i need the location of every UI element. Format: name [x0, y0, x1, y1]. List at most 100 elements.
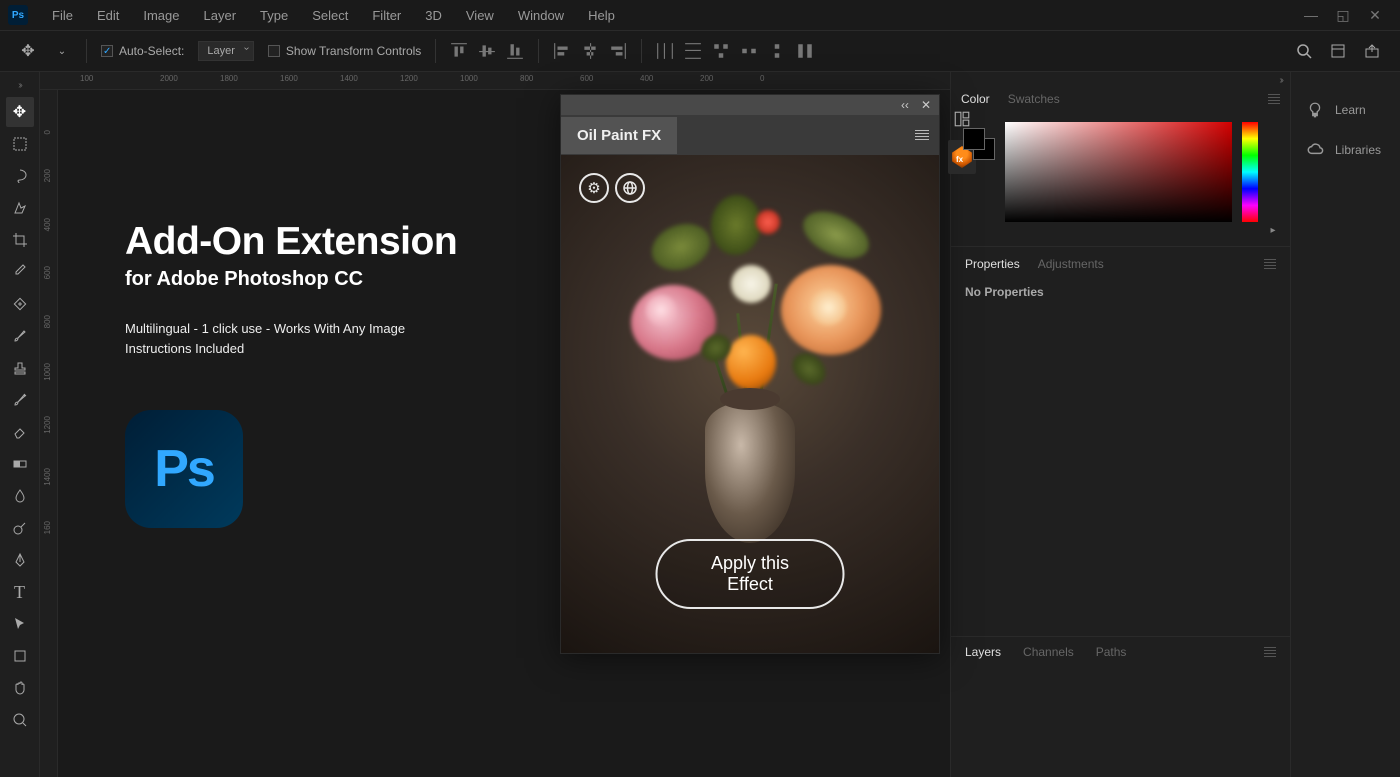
- ruler-tick: 1800: [220, 74, 238, 83]
- menu-3d[interactable]: 3D: [413, 8, 454, 23]
- history-brush-tool[interactable]: [6, 385, 34, 415]
- align-right-icon[interactable]: [609, 42, 627, 60]
- distribute-v-icon[interactable]: [684, 42, 702, 60]
- ruler-horizontal[interactable]: 100 2000 1800 1600 1400 1200 1000 800 60…: [40, 72, 950, 90]
- pen-tool[interactable]: [6, 545, 34, 575]
- auto-select-checkbox[interactable]: Auto-Select:: [101, 44, 184, 58]
- lasso-tool[interactable]: [6, 161, 34, 191]
- distribute-h-icon[interactable]: [656, 42, 674, 60]
- panel-menu-icon[interactable]: [1268, 94, 1280, 104]
- tab-swatches[interactable]: Swatches: [1008, 92, 1060, 106]
- extension-title-tab[interactable]: Oil Paint FX: [561, 117, 677, 154]
- shape-tool[interactable]: [6, 641, 34, 671]
- healing-tool[interactable]: [6, 289, 34, 319]
- eraser-tool[interactable]: [6, 417, 34, 447]
- hero-content: Add-On Extension for Adobe Photoshop CC …: [125, 220, 457, 528]
- panel-menu-icon[interactable]: [1264, 259, 1276, 269]
- menu-help[interactable]: Help: [576, 8, 627, 23]
- distribute-6-icon[interactable]: [796, 42, 814, 60]
- panel-menu-icon[interactable]: [1264, 647, 1276, 657]
- search-icon[interactable]: [1294, 41, 1314, 61]
- menu-layer[interactable]: Layer: [192, 8, 249, 23]
- hand-tool[interactable]: [6, 673, 34, 703]
- align-bottom-icon[interactable]: [506, 42, 524, 60]
- options-bar: ✥ ⌄ Auto-Select: Layer Show Transform Co…: [0, 30, 1400, 72]
- globe-icon[interactable]: [615, 173, 645, 203]
- align-top-icon[interactable]: [450, 42, 468, 60]
- hero-desc-line1: Multilingual - 1 click use - Works With …: [125, 319, 457, 339]
- ruler-tick: 2000: [160, 74, 178, 83]
- share-icon[interactable]: [1362, 41, 1382, 61]
- align-vcenter-icon[interactable]: [478, 42, 496, 60]
- color-field[interactable]: [1005, 122, 1232, 222]
- layer-select-dropdown[interactable]: Layer: [198, 41, 254, 61]
- type-tool[interactable]: T: [6, 577, 34, 607]
- tab-adjustments[interactable]: Adjustments: [1038, 257, 1104, 271]
- eyedropper-tool[interactable]: [6, 257, 34, 287]
- libraries-panel-button[interactable]: Libraries: [1291, 130, 1400, 170]
- menu-image[interactable]: Image: [131, 8, 191, 23]
- stamp-tool[interactable]: [6, 353, 34, 383]
- cloud-icon: [1305, 140, 1325, 160]
- menu-edit[interactable]: Edit: [85, 8, 131, 23]
- panel-collapse-icon[interactable]: ››: [951, 72, 1290, 86]
- menu-type[interactable]: Type: [248, 8, 300, 23]
- panel-collapse-icon[interactable]: ‹‹: [901, 98, 909, 112]
- gradient-tool[interactable]: [6, 449, 34, 479]
- lightbulb-icon: [1305, 100, 1325, 120]
- learn-label: Learn: [1335, 103, 1366, 117]
- foreground-background-swatch[interactable]: [963, 128, 995, 160]
- hue-slider[interactable]: [1242, 122, 1258, 222]
- menu-select[interactable]: Select: [300, 8, 360, 23]
- learn-panel-button[interactable]: Learn: [1291, 90, 1400, 130]
- show-transform-checkbox[interactable]: Show Transform Controls: [268, 44, 421, 58]
- menu-filter[interactable]: Filter: [360, 8, 413, 23]
- align-left-icon[interactable]: [553, 42, 571, 60]
- distribute-3-icon[interactable]: [712, 42, 730, 60]
- right-panels: ›› Color Swatches ▸ Properties Adjustmen…: [950, 72, 1290, 777]
- tab-paths[interactable]: Paths: [1096, 645, 1127, 659]
- move-tool-icon[interactable]: ✥: [18, 41, 38, 61]
- minimize-icon[interactable]: —: [1304, 8, 1318, 22]
- settings-icon[interactable]: ⚙: [579, 173, 609, 203]
- ruler-tick: 1000: [460, 74, 478, 83]
- divider: [538, 39, 539, 63]
- layers-panel: Layers Channels Paths: [951, 637, 1290, 667]
- ruler-tick: 800: [520, 74, 533, 83]
- close-icon[interactable]: ✕: [1368, 8, 1382, 22]
- dodge-tool[interactable]: [6, 513, 34, 543]
- align-hcenter-icon[interactable]: [581, 42, 599, 60]
- move-tool[interactable]: ✥: [6, 97, 34, 127]
- menu-file[interactable]: File: [40, 8, 85, 23]
- tab-properties[interactable]: Properties: [965, 257, 1020, 271]
- divider: [86, 39, 87, 63]
- color-expand-icon[interactable]: ▸: [1268, 122, 1278, 236]
- brush-tool[interactable]: [6, 321, 34, 351]
- blur-tool[interactable]: [6, 481, 34, 511]
- quick-select-tool[interactable]: [6, 193, 34, 223]
- divider: [435, 39, 436, 63]
- marquee-tool[interactable]: [6, 129, 34, 159]
- maximize-icon[interactable]: ◱: [1336, 8, 1350, 22]
- menu-view[interactable]: View: [454, 8, 506, 23]
- distribute-4-icon[interactable]: [740, 42, 758, 60]
- apply-effect-button[interactable]: Apply this Effect: [656, 539, 845, 609]
- arrange-docs-icon[interactable]: [1328, 41, 1348, 61]
- panel-menu-icon[interactable]: [915, 130, 929, 140]
- divider: [641, 39, 642, 63]
- collapsed-panels: Learn Libraries: [1290, 72, 1400, 777]
- app-logo[interactable]: Ps: [8, 5, 28, 25]
- distribute-5-icon[interactable]: [768, 42, 786, 60]
- path-select-tool[interactable]: [6, 609, 34, 639]
- menu-window[interactable]: Window: [506, 8, 576, 23]
- ruler-tick: 600: [580, 74, 593, 83]
- menu-bar: Ps File Edit Image Layer Type Select Fil…: [0, 0, 1400, 30]
- crop-tool[interactable]: [6, 225, 34, 255]
- chevron-down-icon[interactable]: ⌄: [52, 41, 72, 61]
- tab-layers[interactable]: Layers: [965, 645, 1001, 659]
- tab-channels[interactable]: Channels: [1023, 645, 1074, 659]
- canvas-area: ‹‹ ›› 100 2000 1800 1600 1400 1200 1000 …: [40, 72, 950, 777]
- collapse-grip-icon[interactable]: ››: [18, 80, 21, 91]
- zoom-tool[interactable]: [6, 705, 34, 735]
- panel-close-icon[interactable]: ✕: [921, 98, 931, 112]
